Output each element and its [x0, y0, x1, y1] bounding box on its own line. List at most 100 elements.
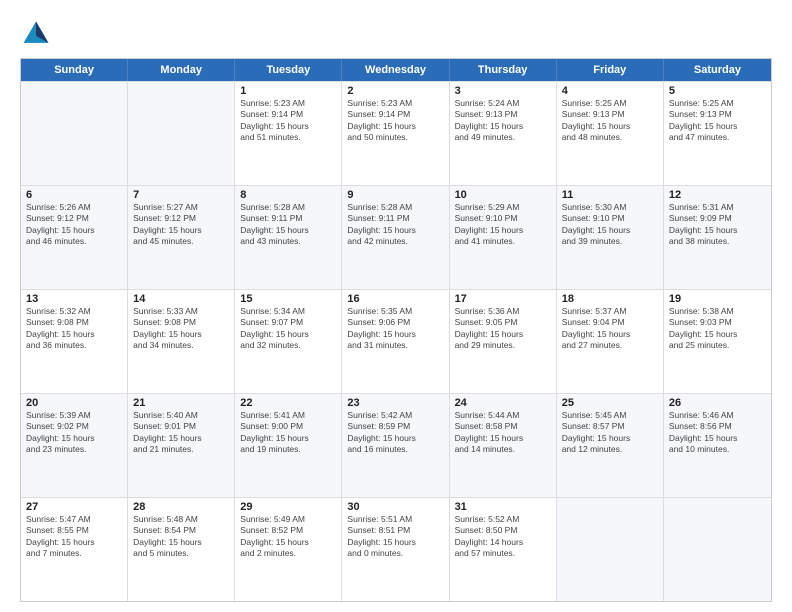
empty-cell [664, 498, 771, 601]
day-cell-12: 12Sunrise: 5:31 AM Sunset: 9:09 PM Dayli… [664, 186, 771, 289]
day-info: Sunrise: 5:35 AM Sunset: 9:06 PM Dayligh… [347, 306, 443, 352]
day-cell-13: 13Sunrise: 5:32 AM Sunset: 9:08 PM Dayli… [21, 290, 128, 393]
day-info: Sunrise: 5:51 AM Sunset: 8:51 PM Dayligh… [347, 514, 443, 560]
day-info: Sunrise: 5:32 AM Sunset: 9:08 PM Dayligh… [26, 306, 122, 352]
day-cell-19: 19Sunrise: 5:38 AM Sunset: 9:03 PM Dayli… [664, 290, 771, 393]
header-day-sunday: Sunday [21, 59, 128, 81]
calendar-row-4: 20Sunrise: 5:39 AM Sunset: 9:02 PM Dayli… [21, 393, 771, 497]
day-cell-11: 11Sunrise: 5:30 AM Sunset: 9:10 PM Dayli… [557, 186, 664, 289]
day-info: Sunrise: 5:38 AM Sunset: 9:03 PM Dayligh… [669, 306, 766, 352]
day-cell-18: 18Sunrise: 5:37 AM Sunset: 9:04 PM Dayli… [557, 290, 664, 393]
day-info: Sunrise: 5:41 AM Sunset: 9:00 PM Dayligh… [240, 410, 336, 456]
calendar-row-5: 27Sunrise: 5:47 AM Sunset: 8:55 PM Dayli… [21, 497, 771, 601]
calendar-row-1: 1 Sunrise: 5:23 AM Sunset: 9:14 PM Daylig… [21, 81, 771, 185]
day-info: Sunrise: 5:28 AM Sunset: 9:11 PM Dayligh… [347, 202, 443, 248]
day-info: Sunrise: 5:52 AM Sunset: 8:50 PM Dayligh… [455, 514, 551, 560]
empty-cell [128, 82, 235, 185]
day-number: 22 [240, 397, 336, 409]
day-number: 28 [133, 501, 229, 513]
day-info: Sunrise: 5:40 AM Sunset: 9:01 PM Dayligh… [133, 410, 229, 456]
day-number: 24 [455, 397, 551, 409]
day-info: Sunrise: 5:26 AM Sunset: 9:12 PM Dayligh… [26, 202, 122, 248]
day-cell-20: 20Sunrise: 5:39 AM Sunset: 9:02 PM Dayli… [21, 394, 128, 497]
day-info: Sunrise: 5:45 AM Sunset: 8:57 PM Dayligh… [562, 410, 658, 456]
day-number: 29 [240, 501, 336, 513]
header-day-monday: Monday [128, 59, 235, 81]
logo [20, 18, 56, 50]
day-cell-6: 6Sunrise: 5:26 AM Sunset: 9:12 PM Daylig… [21, 186, 128, 289]
header-day-wednesday: Wednesday [342, 59, 449, 81]
day-cell-1: 1Sunrise: 5:23 AM Sunset: 9:14 PM Daylig… [235, 82, 342, 185]
day-number: 23 [347, 397, 443, 409]
day-number: 25 [562, 397, 658, 409]
day-info: Sunrise: 5:44 AM Sunset: 8:58 PM Dayligh… [455, 410, 551, 456]
day-cell-8: 8Sunrise: 5:28 AM Sunset: 9:11 PM Daylig… [235, 186, 342, 289]
day-cell-15: 15Sunrise: 5:34 AM Sunset: 9:07 PM Dayli… [235, 290, 342, 393]
day-number: 15 [240, 293, 336, 305]
day-number: 3 [455, 85, 551, 97]
day-cell-5: 5Sunrise: 5:25 AM Sunset: 9:13 PM Daylig… [664, 82, 771, 185]
day-number: 1 [240, 85, 336, 97]
day-cell-26: 26Sunrise: 5:46 AM Sunset: 8:56 PM Dayli… [664, 394, 771, 497]
day-info: Sunrise: 5:25 AM Sunset: 9:13 PM Dayligh… [562, 98, 658, 144]
header [20, 18, 772, 50]
day-info: Sunrise: 5:46 AM Sunset: 8:56 PM Dayligh… [669, 410, 766, 456]
day-cell-2: 2Sunrise: 5:23 AM Sunset: 9:14 PM Daylig… [342, 82, 449, 185]
day-number: 14 [133, 293, 229, 305]
day-number: 5 [669, 85, 766, 97]
day-info: Sunrise: 5:29 AM Sunset: 9:10 PM Dayligh… [455, 202, 551, 248]
day-cell-17: 17Sunrise: 5:36 AM Sunset: 9:05 PM Dayli… [450, 290, 557, 393]
day-info: Sunrise: 5:34 AM Sunset: 9:07 PM Dayligh… [240, 306, 336, 352]
page: SundayMondayTuesdayWednesdayThursdayFrid… [0, 0, 792, 612]
day-info: Sunrise: 5:25 AM Sunset: 9:13 PM Dayligh… [669, 98, 766, 144]
day-cell-14: 14Sunrise: 5:33 AM Sunset: 9:08 PM Dayli… [128, 290, 235, 393]
day-info: Sunrise: 5:31 AM Sunset: 9:09 PM Dayligh… [669, 202, 766, 248]
day-cell-22: 22Sunrise: 5:41 AM Sunset: 9:00 PM Dayli… [235, 394, 342, 497]
day-cell-28: 28Sunrise: 5:48 AM Sunset: 8:54 PM Dayli… [128, 498, 235, 601]
day-number: 27 [26, 501, 122, 513]
day-number: 4 [562, 85, 658, 97]
day-number: 21 [133, 397, 229, 409]
day-cell-21: 21Sunrise: 5:40 AM Sunset: 9:01 PM Dayli… [128, 394, 235, 497]
day-info: Sunrise: 5:47 AM Sunset: 8:55 PM Dayligh… [26, 514, 122, 560]
day-info: Sunrise: 5:33 AM Sunset: 9:08 PM Dayligh… [133, 306, 229, 352]
day-cell-30: 30Sunrise: 5:51 AM Sunset: 8:51 PM Dayli… [342, 498, 449, 601]
calendar-body: 1 Sunrise: 5:23 AM Sunset: 9:14 PM Daylig… [21, 81, 771, 601]
day-number: 13 [26, 293, 122, 305]
day-number: 20 [26, 397, 122, 409]
day-number: 19 [669, 293, 766, 305]
day-number: 7 [133, 189, 229, 201]
day-cell-27: 27Sunrise: 5:47 AM Sunset: 8:55 PM Dayli… [21, 498, 128, 601]
day-number: 11 [562, 189, 658, 201]
empty-cell [557, 498, 664, 601]
day-number: 8 [240, 189, 336, 201]
day-cell-3: 3Sunrise: 5:24 AM Sunset: 9:13 PM Daylig… [450, 82, 557, 185]
day-number: 18 [562, 293, 658, 305]
calendar-header: SundayMondayTuesdayWednesdayThursdayFrid… [21, 59, 771, 81]
day-cell-29: 29Sunrise: 5:49 AM Sunset: 8:52 PM Dayli… [235, 498, 342, 601]
header-day-friday: Friday [557, 59, 664, 81]
day-number: 6 [26, 189, 122, 201]
day-cell-31: 31Sunrise: 5:52 AM Sunset: 8:50 PM Dayli… [450, 498, 557, 601]
calendar-row-2: 6Sunrise: 5:26 AM Sunset: 9:12 PM Daylig… [21, 185, 771, 289]
day-info: Sunrise: 5:48 AM Sunset: 8:54 PM Dayligh… [133, 514, 229, 560]
calendar: SundayMondayTuesdayWednesdayThursdayFrid… [20, 58, 772, 602]
empty-cell [21, 82, 128, 185]
day-cell-16: 16Sunrise: 5:35 AM Sunset: 9:06 PM Dayli… [342, 290, 449, 393]
day-info: Sunrise: 5:28 AM Sunset: 9:11 PM Dayligh… [240, 202, 336, 248]
day-info: Sunrise: 5:36 AM Sunset: 9:05 PM Dayligh… [455, 306, 551, 352]
header-day-thursday: Thursday [450, 59, 557, 81]
logo-icon [20, 18, 52, 50]
day-cell-25: 25Sunrise: 5:45 AM Sunset: 8:57 PM Dayli… [557, 394, 664, 497]
day-info: Sunrise: 5:42 AM Sunset: 8:59 PM Dayligh… [347, 410, 443, 456]
day-cell-24: 24Sunrise: 5:44 AM Sunset: 8:58 PM Dayli… [450, 394, 557, 497]
day-number: 26 [669, 397, 766, 409]
day-cell-9: 9Sunrise: 5:28 AM Sunset: 9:11 PM Daylig… [342, 186, 449, 289]
day-number: 12 [669, 189, 766, 201]
calendar-row-3: 13Sunrise: 5:32 AM Sunset: 9:08 PM Dayli… [21, 289, 771, 393]
header-day-tuesday: Tuesday [235, 59, 342, 81]
day-cell-4: 4Sunrise: 5:25 AM Sunset: 9:13 PM Daylig… [557, 82, 664, 185]
day-info: Sunrise: 5:23 AM Sunset: 9:14 PM Dayligh… [347, 98, 443, 144]
day-number: 2 [347, 85, 443, 97]
day-number: 9 [347, 189, 443, 201]
